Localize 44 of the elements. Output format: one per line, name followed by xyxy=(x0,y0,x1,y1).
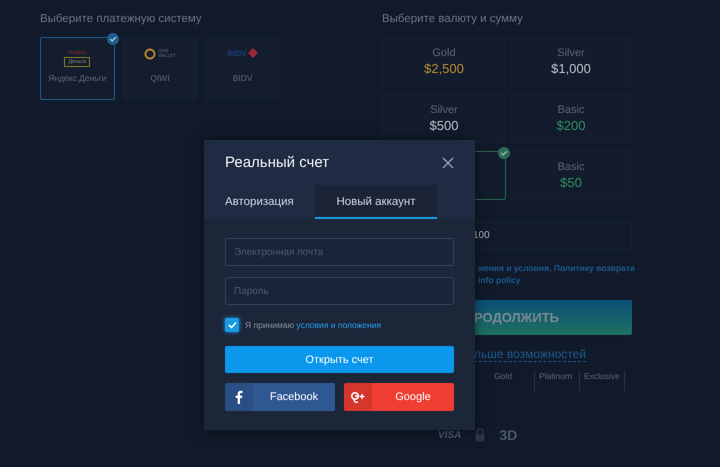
level-heading: Exclusive xyxy=(584,371,620,383)
diamond-icon xyxy=(248,48,258,58)
level-heading: Gold xyxy=(494,371,512,383)
plan-amount: $50 xyxy=(560,175,582,190)
tab[interactable]: Новый аккаунт xyxy=(315,185,437,219)
payment-label: QIWI xyxy=(150,73,170,83)
plan-amount: $200 xyxy=(556,118,586,133)
plan-tier-label: Basic xyxy=(558,104,584,116)
amount-option[interactable]: Silver $1,000 xyxy=(510,37,632,86)
section-heading: Выберите платежную систему xyxy=(40,13,203,27)
plan-amount: $2,500 xyxy=(424,61,464,76)
check-icon xyxy=(228,321,236,329)
section-heading: Выберите валюту и сумму xyxy=(382,13,524,27)
level-heading: Platinum xyxy=(539,371,572,383)
secure-logo: 3D xyxy=(499,427,518,443)
checkbox[interactable] xyxy=(225,318,239,332)
logo-text: BIDV xyxy=(228,48,247,58)
visa-logo: VISA xyxy=(438,430,462,440)
plan-tier-label: Gold xyxy=(432,47,456,59)
amount-option[interactable]: Basic $200 xyxy=(510,94,632,143)
plan-tier-label: Basic xyxy=(558,161,584,173)
plan-amount: $500 xyxy=(430,118,458,133)
google-button[interactable]: Google xyxy=(344,383,454,411)
amount-option[interactable]: Gold $2,500 xyxy=(382,37,506,86)
terms-link[interactable]: условия и положения xyxy=(296,320,382,330)
payment-label: Яндекс.Деньги xyxy=(48,73,107,83)
agreement-text: Я принимаю условия и положения xyxy=(245,320,382,330)
plan-tier-label: Silver xyxy=(430,104,458,116)
plan-tier-label: Silver xyxy=(557,47,585,59)
facebook-button[interactable]: Facebook xyxy=(225,383,335,411)
facebook-f-icon xyxy=(235,390,243,404)
plan-amount: $1,000 xyxy=(551,61,591,76)
amount-option[interactable]: Silver $500 xyxy=(382,94,506,143)
padlock-icon xyxy=(475,428,486,442)
tab[interactable]: Авторизация xyxy=(204,185,315,219)
payment-label: BIDV xyxy=(232,73,253,83)
dialog-title: Реальный счет xyxy=(225,154,330,171)
payment-option[interactable]: BIDV BIDV xyxy=(205,37,280,100)
close-icon[interactable] xyxy=(442,156,454,168)
amount-option[interactable]: Basic $50 xyxy=(510,151,632,200)
open-account-button[interactable]: Открыть счет xyxy=(225,346,454,373)
check-badge-icon xyxy=(106,33,119,45)
circle-logo-icon xyxy=(144,48,156,60)
google-plus-icon xyxy=(350,391,366,403)
